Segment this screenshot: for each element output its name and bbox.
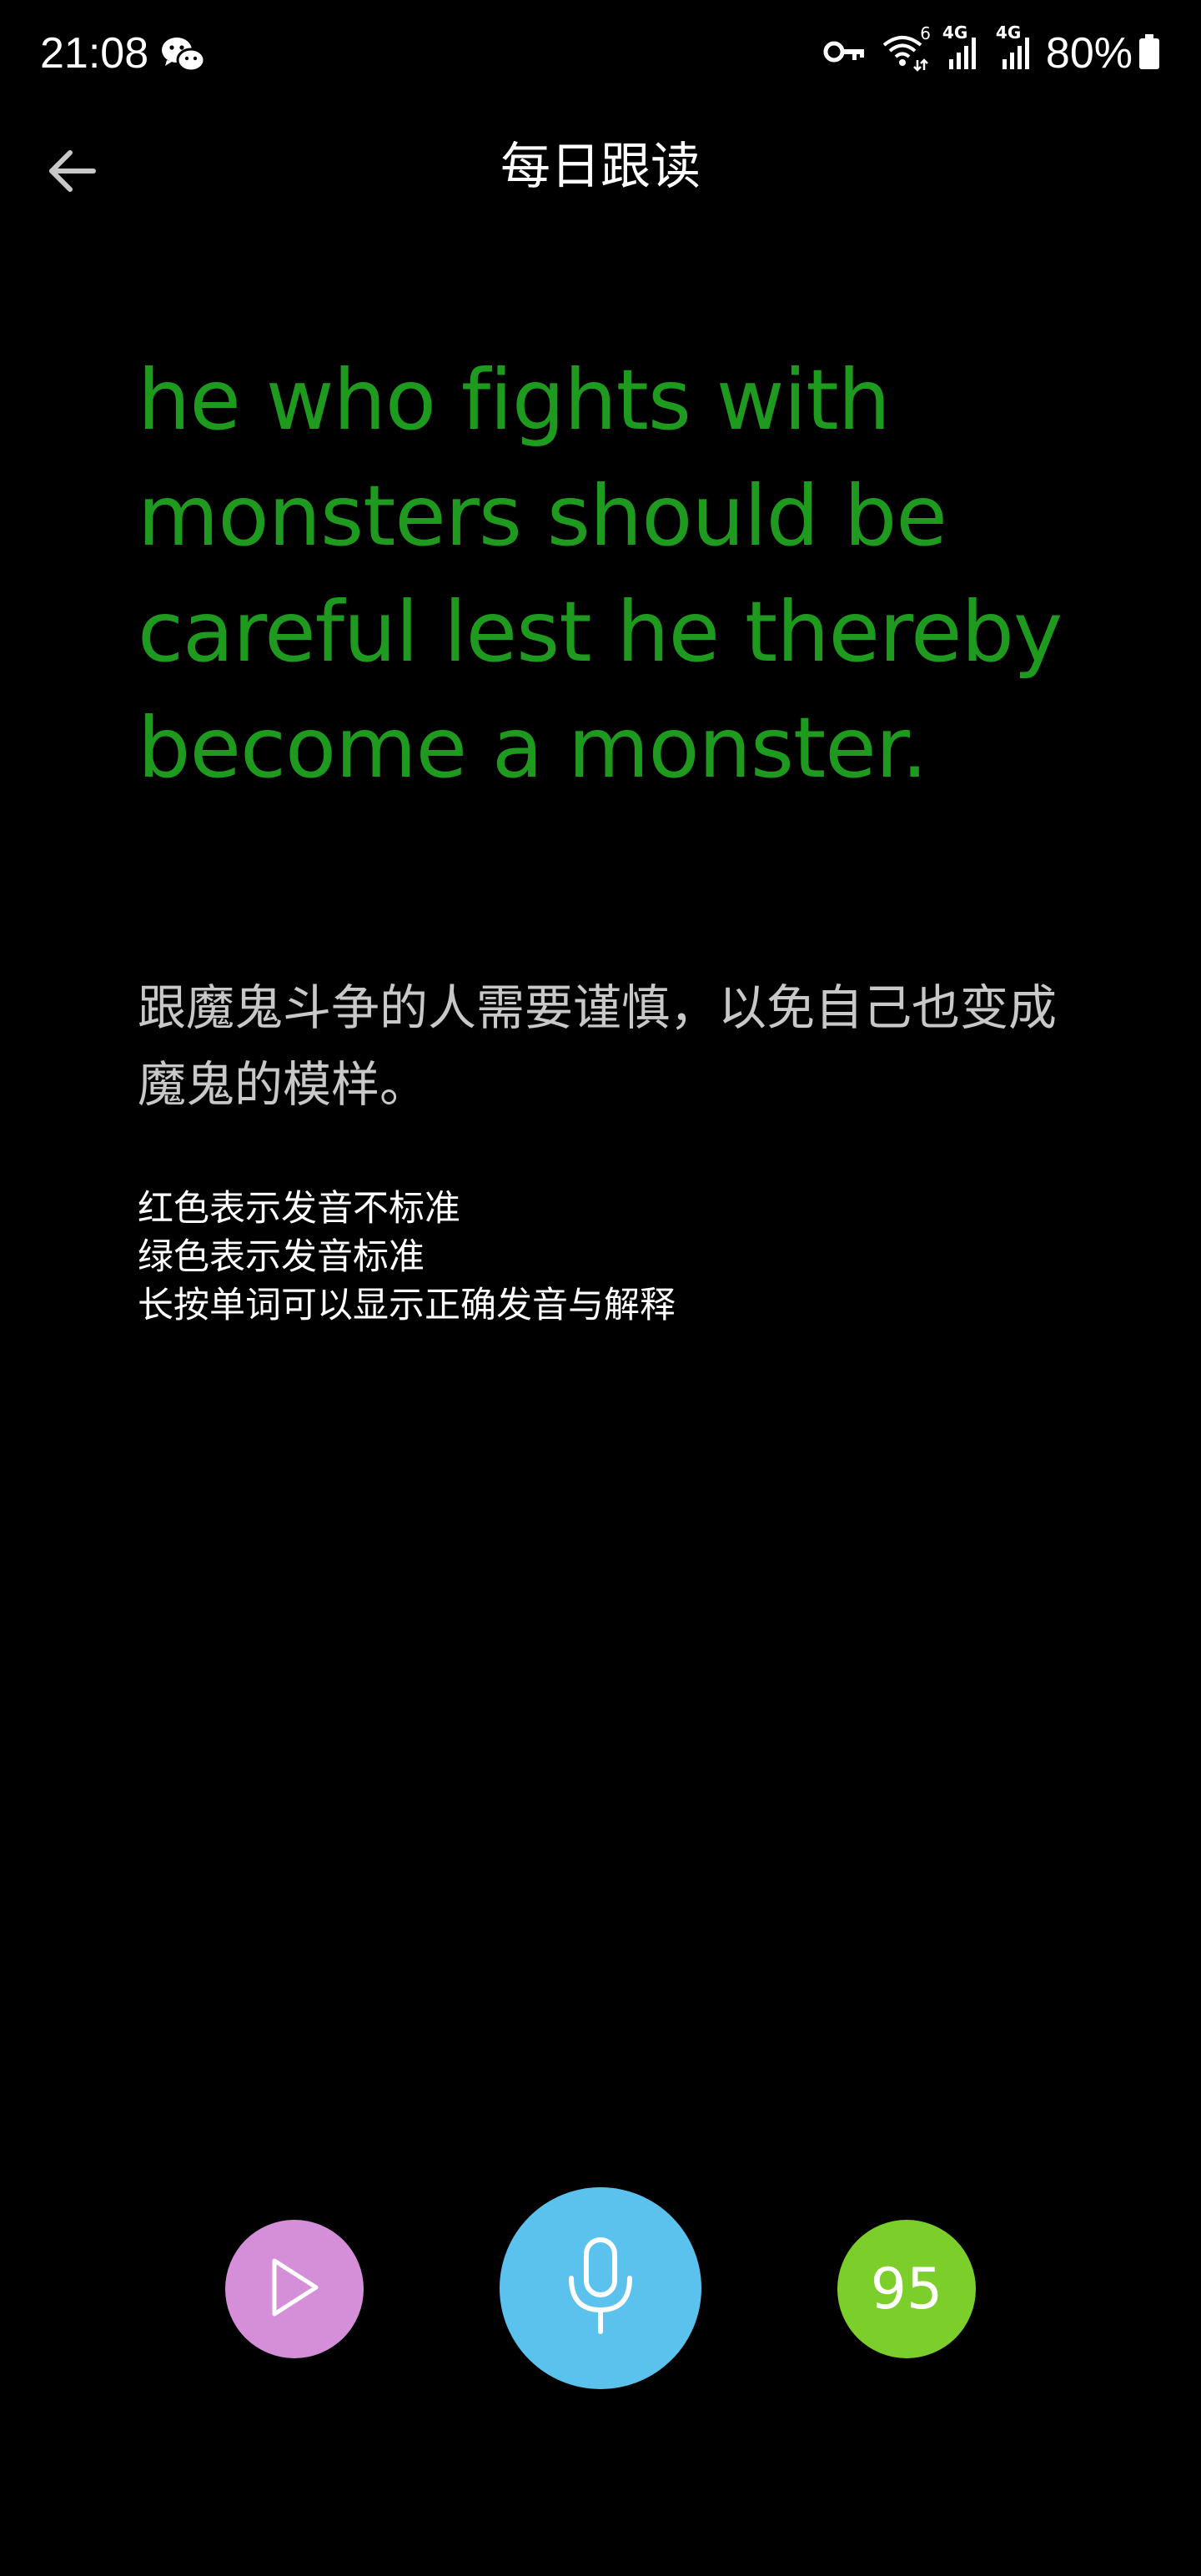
battery-percentage: 80% — [1045, 29, 1133, 78]
wifi-icon: 6 — [881, 23, 931, 75]
status-icons: 6 4G 4G 80% — [807, 23, 1161, 82]
play-icon — [268, 2256, 321, 2322]
app-header: 每日跟读 — [0, 125, 1201, 217]
english-sentence[interactable]: he who fights with monsters should be ca… — [138, 342, 1097, 806]
microphone-icon — [563, 2236, 638, 2340]
hint-green-meaning: 绿色表示发音标准 — [138, 1236, 425, 1278]
vpn-key-icon — [822, 37, 866, 70]
record-button[interactable] — [500, 2187, 701, 2389]
chinese-translation: 跟魔鬼斗争的人需要谨慎，以免自己也变成魔鬼的模样。 — [138, 979, 1058, 1113]
wifi-badge: 6 — [920, 23, 931, 43]
signal-4g-icon: 4G — [996, 23, 1036, 74]
play-button[interactable] — [225, 2220, 364, 2358]
status-bar: 21:08 6 4G 4G 80% — [0, 0, 1201, 108]
score-value: 95 — [870, 2256, 943, 2322]
hint-list: 红色表示发音不标准 绿色表示发音标准 长按单词可以显示正确发音与解释 — [138, 1185, 1097, 1330]
network-label: 4G — [942, 23, 968, 43]
network-label: 4G — [995, 23, 1022, 43]
battery-icon — [1138, 33, 1161, 74]
signal-4g-icon: 4G — [942, 23, 982, 74]
hint-long-press: 长按单词可以显示正确发音与解释 — [138, 1285, 676, 1326]
score-badge[interactable]: 95 — [837, 2220, 976, 2358]
wechat-icon — [160, 35, 207, 75]
hint-red-meaning: 红色表示发音不标准 — [138, 1188, 460, 1230]
page-title: 每日跟读 — [500, 138, 701, 196]
status-time: 21:08 — [40, 29, 149, 78]
